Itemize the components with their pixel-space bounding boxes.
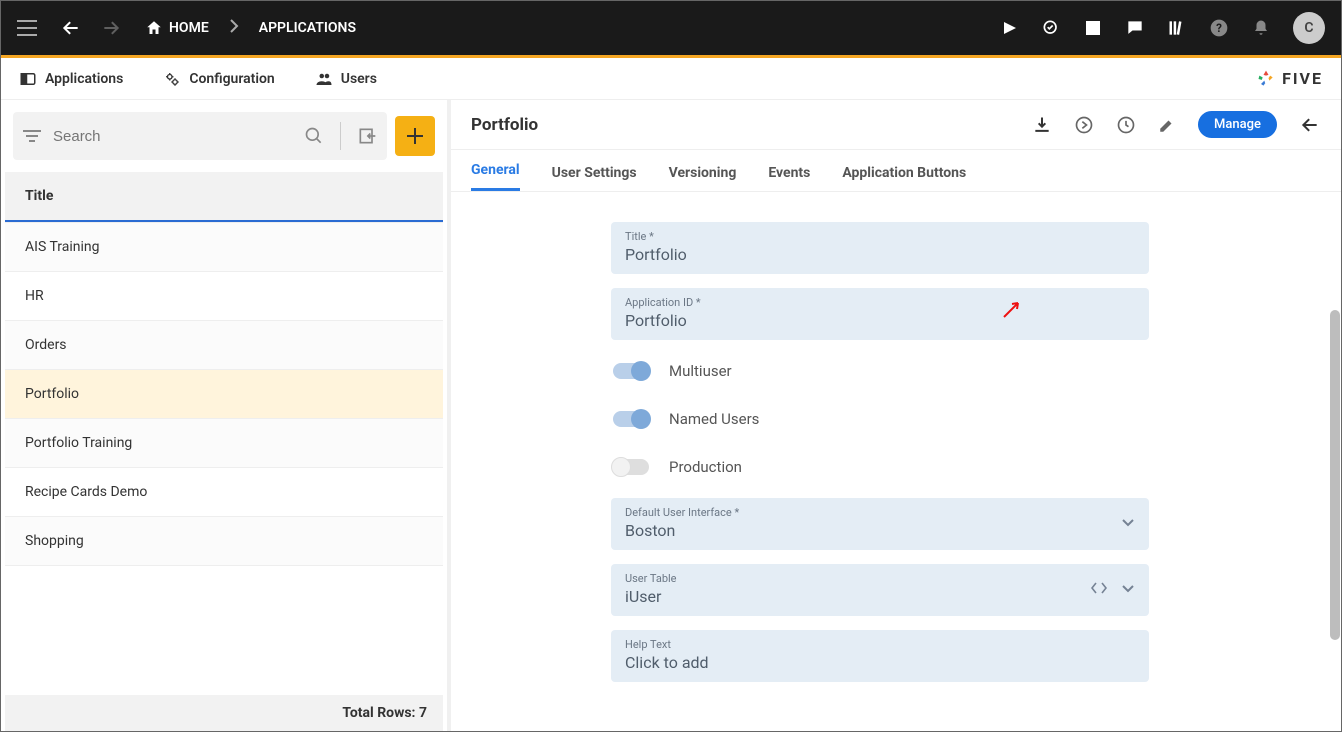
multiuser-row: Multiuser: [611, 354, 1149, 388]
production-toggle[interactable]: [613, 459, 649, 475]
brand: FIVE: [1256, 69, 1323, 89]
chevron-down-icon: [1121, 516, 1135, 532]
code-icon[interactable]: [1091, 582, 1107, 598]
filter-icon[interactable]: [23, 129, 41, 143]
breadcrumb-applications-label: APPLICATIONS: [259, 20, 356, 36]
list-item[interactable]: AIS Training: [5, 223, 443, 272]
library-icon[interactable]: [1167, 18, 1187, 38]
back-arrow-icon[interactable]: [1299, 115, 1321, 135]
breadcrumb-home[interactable]: HOME: [145, 19, 209, 37]
left-panel: Title AIS TrainingHROrdersPortfolioPortf…: [1, 100, 451, 731]
maintab-applications-label: Applications: [45, 71, 123, 87]
list-item[interactable]: Portfolio: [5, 370, 443, 419]
maintab-users-label: Users: [341, 71, 377, 87]
usertable-field[interactable]: User Table iUser: [611, 564, 1149, 616]
bell-icon[interactable]: [1251, 18, 1271, 38]
search-box[interactable]: [13, 112, 387, 160]
breadcrumb-home-label: HOME: [169, 20, 209, 36]
usertable-field-label: User Table: [625, 572, 1135, 585]
maintab-configuration-label: Configuration: [189, 71, 274, 87]
helptext-field-value: Click to add: [625, 653, 1135, 672]
search-input[interactable]: [53, 128, 292, 145]
tab-user-settings[interactable]: User Settings: [552, 165, 637, 191]
chevron-right-icon: [229, 19, 239, 37]
tab-general[interactable]: General: [471, 162, 520, 191]
deploy-icon[interactable]: [1074, 115, 1094, 135]
total-rows-label: Total Rows: 7: [342, 705, 427, 721]
dui-field[interactable]: Default User Interface * Boston: [611, 498, 1149, 550]
avatar-letter: C: [1304, 20, 1313, 36]
total-rows: Total Rows: 7: [5, 695, 443, 731]
list: AIS TrainingHROrdersPortfolioPortfolio T…: [5, 222, 443, 695]
chat-icon[interactable]: [1125, 18, 1145, 38]
download-icon[interactable]: [1032, 115, 1052, 135]
list-item[interactable]: Recipe Cards Demo: [5, 468, 443, 517]
breadcrumb-applications[interactable]: APPLICATIONS: [259, 20, 356, 36]
list-item[interactable]: Portfolio Training: [5, 419, 443, 468]
brand-text: FIVE: [1282, 69, 1323, 88]
production-label: Production: [669, 458, 742, 476]
forward-icon: [101, 18, 121, 38]
scrollbar[interactable]: [1330, 310, 1340, 640]
maintab-applications[interactable]: Applications: [19, 70, 123, 88]
topbar: HOME APPLICATIONS ? C: [1, 1, 1341, 55]
history-icon[interactable]: [1116, 115, 1136, 135]
appid-field[interactable]: Application ID * Portfolio: [611, 288, 1149, 340]
dui-field-label: Default User Interface *: [625, 506, 1135, 519]
namedusers-row: Named Users: [611, 402, 1149, 436]
tab-events[interactable]: Events: [768, 165, 810, 191]
chevron-down-icon: [1121, 582, 1135, 598]
namedusers-label: Named Users: [669, 410, 759, 428]
maintab-users[interactable]: Users: [315, 70, 377, 88]
dui-field-value: Boston: [625, 521, 1135, 540]
form: Title * Portfolio Application ID * Portf…: [451, 192, 1341, 731]
breadcrumb: HOME APPLICATIONS: [145, 19, 356, 37]
usertable-field-value: iUser: [625, 587, 1135, 606]
list-header[interactable]: Title: [5, 172, 443, 222]
title-field-value: Portfolio: [625, 245, 1135, 264]
tab-versioning[interactable]: Versioning: [669, 165, 737, 191]
maintab-configuration[interactable]: Configuration: [163, 70, 274, 88]
multiuser-label: Multiuser: [669, 362, 732, 380]
helptext-field[interactable]: Help Text Click to add: [611, 630, 1149, 682]
search-icon[interactable]: [304, 126, 324, 146]
avatar[interactable]: C: [1293, 12, 1325, 44]
play-icon[interactable]: [999, 18, 1019, 38]
production-row: Production: [611, 450, 1149, 484]
list-header-label: Title: [25, 188, 53, 204]
brand-logo-icon: [1256, 69, 1276, 89]
right-panel: Portfolio Manage General User Settings Ver…: [451, 100, 1341, 731]
tab-application-buttons[interactable]: Application Buttons: [842, 165, 966, 191]
add-button[interactable]: [395, 116, 435, 156]
edit-icon[interactable]: [1158, 116, 1176, 134]
back-icon[interactable]: [61, 18, 81, 38]
menu-icon[interactable]: [17, 18, 37, 38]
list-item[interactable]: Orders: [5, 321, 443, 370]
stop-icon[interactable]: [1083, 18, 1103, 38]
list-item[interactable]: Shopping: [5, 517, 443, 566]
list-item[interactable]: HR: [5, 272, 443, 321]
title-field[interactable]: Title * Portfolio: [611, 222, 1149, 274]
appid-field-value: Portfolio: [625, 311, 1135, 330]
inspect-icon[interactable]: [1041, 18, 1061, 38]
helptext-field-label: Help Text: [625, 638, 1135, 651]
manage-button[interactable]: Manage: [1198, 111, 1277, 138]
namedusers-toggle[interactable]: [613, 411, 649, 427]
help-icon[interactable]: ?: [1209, 18, 1229, 38]
svg-text:?: ?: [1216, 21, 1222, 35]
manage-button-label: Manage: [1214, 117, 1261, 132]
title-field-label: Title *: [625, 230, 1135, 243]
import-icon[interactable]: [357, 126, 377, 146]
detail-tabs: General User Settings Versioning Events Appl…: [451, 150, 1341, 192]
main-tabs: Applications Configuration Users FIVE: [1, 58, 1341, 100]
appid-field-label: Application ID *: [625, 296, 1135, 309]
page-title: Portfolio: [471, 115, 538, 135]
multiuser-toggle[interactable]: [613, 363, 649, 379]
